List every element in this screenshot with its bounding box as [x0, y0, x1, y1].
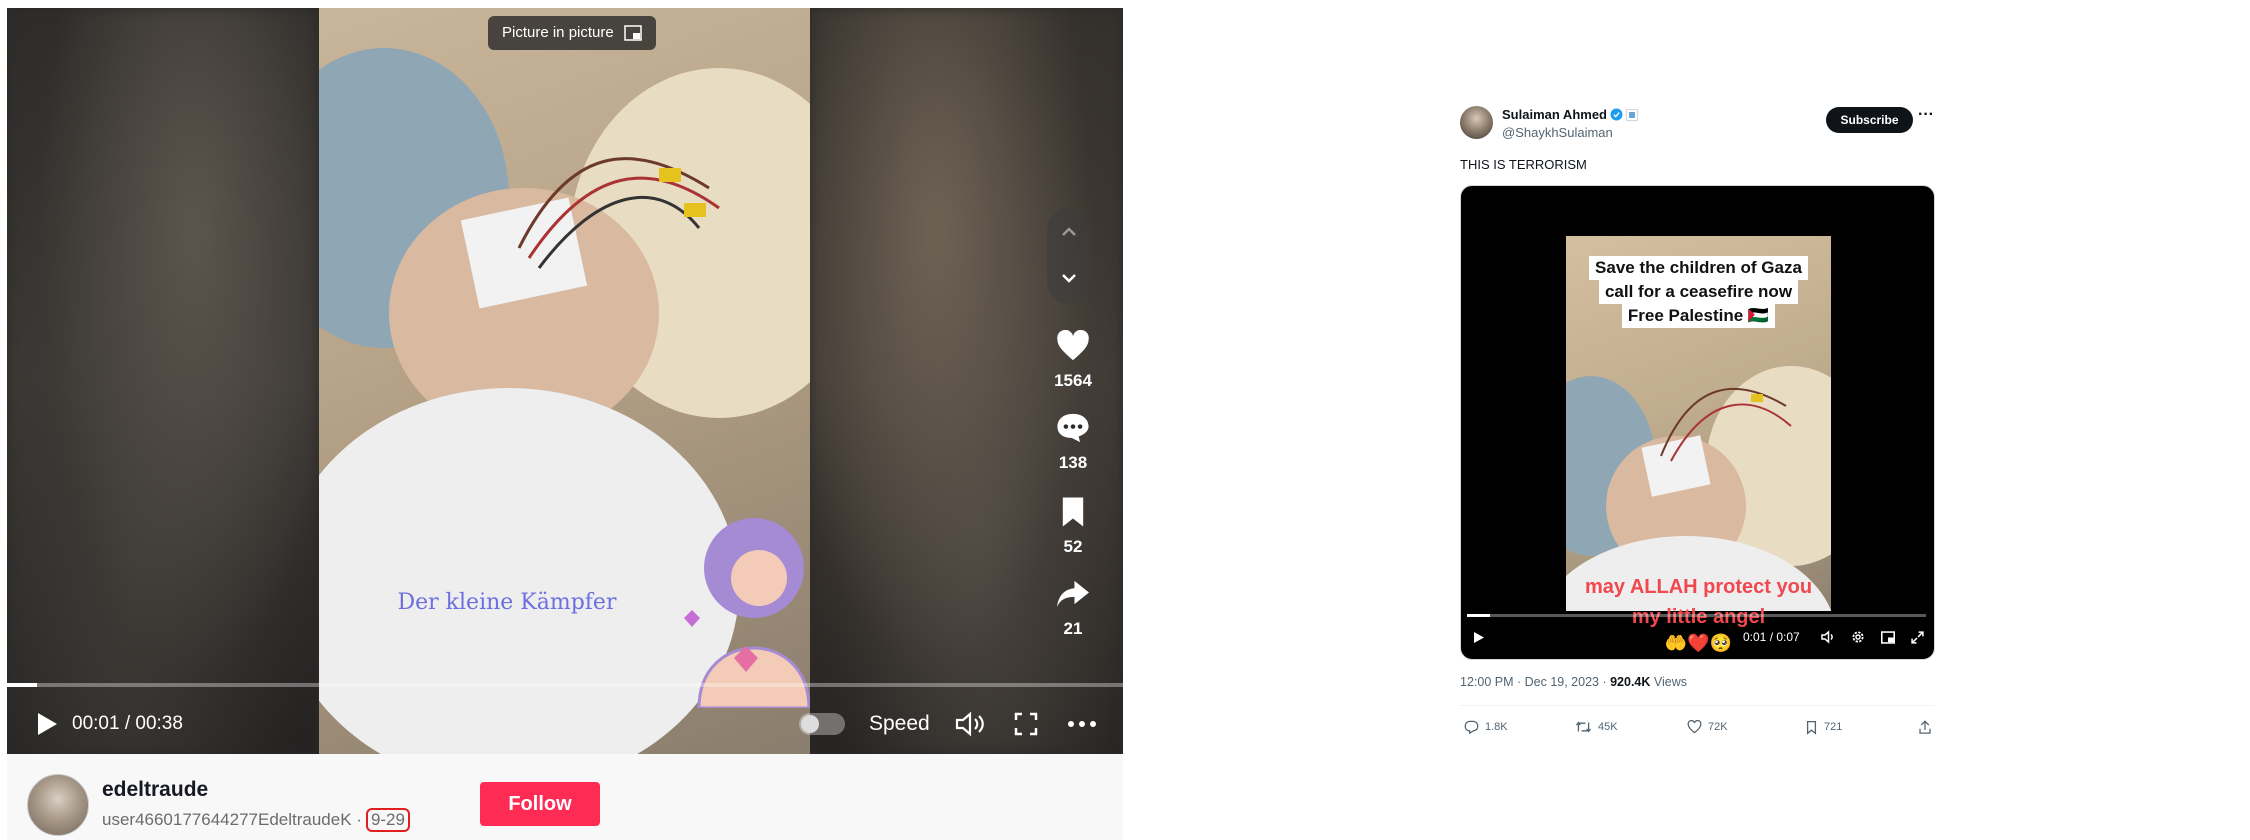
- author-subline: user4660177644277EdeltraudeK · 9-29: [102, 808, 410, 832]
- author-avatar[interactable]: [27, 774, 89, 836]
- comment-icon[interactable]: [1056, 412, 1090, 444]
- share-icon: [1919, 719, 1931, 734]
- author-username[interactable]: user4660177644277EdeltraudeK ·: [102, 810, 362, 829]
- tweet-divider: [1460, 705, 1935, 706]
- tweet-video-progress-bar[interactable]: [1467, 614, 1926, 617]
- tweet-card: Sulaiman Ahmed @ShaykhSulaiman Subscribe…: [1460, 100, 1935, 740]
- bookmark-icon: [1806, 720, 1817, 735]
- pip-label: Picture in picture: [502, 24, 614, 41]
- play-icon[interactable]: [35, 711, 59, 737]
- share-button[interactable]: [1918, 712, 1932, 742]
- fullscreen-button[interactable]: [1014, 694, 1038, 754]
- reply-icon: [1464, 720, 1479, 734]
- overlay-line-1: Save the children of Gaza: [1589, 256, 1808, 280]
- picture-in-picture-button[interactable]: Picture in picture: [488, 16, 656, 50]
- video-progress-bar[interactable]: [7, 683, 1123, 687]
- tweet-volume-button[interactable]: [1821, 622, 1836, 652]
- playback-time: 00:01 / 00:38: [72, 713, 183, 734]
- volume-icon[interactable]: [1821, 630, 1836, 644]
- reply-count: 1.8K: [1485, 721, 1508, 733]
- electrode-wires: [517, 157, 720, 269]
- video-navigation: [1047, 208, 1091, 304]
- tweet-author-name-row[interactable]: Sulaiman Ahmed: [1502, 107, 1638, 122]
- tweet-more-button[interactable]: ···: [1918, 106, 1934, 124]
- play-icon[interactable]: [1473, 631, 1485, 644]
- play-button[interactable]: [35, 694, 59, 754]
- author-bar: edeltraude user4660177644277EdeltraudeK …: [7, 754, 1123, 840]
- volume-icon[interactable]: [955, 711, 985, 737]
- heart-icon: [1687, 720, 1702, 734]
- blurred-background-left: [7, 8, 319, 754]
- tweet-author-handle[interactable]: @ShaykhSulaiman: [1502, 125, 1613, 140]
- share-count: 21: [1063, 619, 1083, 638]
- bookmark-count: 52: [1063, 537, 1083, 556]
- fullscreen-icon[interactable]: [1014, 712, 1038, 736]
- tweet-author-name[interactable]: Sulaiman Ahmed: [1502, 107, 1607, 122]
- video-area[interactable]: Picture in picture Der kleine Kämpfer 15…: [7, 8, 1123, 754]
- fullscreen-icon[interactable]: [1911, 630, 1924, 644]
- tweet-video[interactable]: Save the children of Gaza call for a cea…: [1460, 185, 1935, 660]
- autoscroll-toggle[interactable]: [799, 694, 845, 754]
- tweet-text: THIS IS TERRORISM: [1460, 157, 1587, 172]
- repost-count: 45K: [1598, 721, 1618, 733]
- chevron-down-icon[interactable]: [1059, 268, 1079, 288]
- pip-icon[interactable]: [1881, 630, 1895, 644]
- bookmark-button[interactable]: 721: [1805, 712, 1842, 742]
- video-caption-text: Der kleine Kämpfer: [397, 590, 617, 615]
- tweet-settings-button[interactable]: [1851, 622, 1865, 652]
- heart-icon[interactable]: [1056, 329, 1090, 362]
- post-date-highlighted: 9-29: [365, 808, 410, 832]
- like-count: 72K: [1708, 721, 1728, 733]
- mother-baby-sticker: [684, 518, 810, 708]
- share-arrow-icon[interactable]: [1055, 578, 1091, 610]
- tweet-action-bar: 1.8K 45K 72K 721: [1460, 712, 1935, 742]
- video-frame: [319, 8, 810, 754]
- verified-badge-icon: [1610, 108, 1623, 121]
- video-overlay-top-text: Save the children of Gaza call for a cea…: [1566, 256, 1831, 328]
- player-controls: 00:01 / 00:38 Speed: [7, 694, 1123, 754]
- overlay-line-3: Free Palestine 🇵🇸: [1621, 304, 1776, 328]
- repost-button[interactable]: 45K: [1575, 712, 1618, 742]
- volume-button[interactable]: [955, 694, 985, 754]
- tweet-meta: 12:00 PM · Dec 19, 2023 · 920.4K Views: [1460, 675, 1687, 689]
- pip-icon: [623, 25, 642, 41]
- author-name[interactable]: edeltraude: [102, 778, 208, 802]
- tweet-timestamp[interactable]: 12:00 PM · Dec 19, 2023 ·: [1460, 675, 1610, 689]
- like-button[interactable]: 72K: [1687, 712, 1728, 742]
- chevron-up-icon[interactable]: [1059, 222, 1079, 242]
- bookmark-icon[interactable]: [1058, 496, 1088, 528]
- more-dots-icon[interactable]: [1067, 720, 1097, 728]
- tweet-views-count: 920.4K: [1610, 675, 1651, 689]
- comment-count: 138: [1058, 453, 1088, 472]
- overlay-bottom-line-1: may ALLAH protect you: [1584, 576, 1813, 598]
- follow-button[interactable]: Follow: [480, 782, 600, 826]
- tweet-video-time: 0:01 / 0:07: [1743, 630, 1800, 644]
- tweet-video-progress-fill: [1467, 614, 1490, 617]
- affiliate-badge-icon: [1625, 108, 1638, 121]
- tweet-pip-button[interactable]: [1881, 622, 1895, 652]
- overlay-line-2: call for a ceasefire now: [1598, 280, 1799, 304]
- tweet-play-button[interactable]: [1473, 622, 1485, 652]
- speed-button[interactable]: Speed: [869, 694, 930, 754]
- tweet-author-avatar[interactable]: [1460, 106, 1493, 139]
- video-progress-fill: [7, 683, 38, 687]
- share-action[interactable]: 21: [1043, 578, 1103, 639]
- electrode-wires: [1660, 387, 1792, 462]
- subscribe-button[interactable]: Subscribe: [1826, 107, 1913, 133]
- more-options-button[interactable]: [1067, 694, 1097, 754]
- reply-button[interactable]: 1.8K: [1464, 712, 1508, 742]
- like-count: 1564: [1054, 371, 1092, 390]
- tiktok-player-panel: Picture in picture Der kleine Kämpfer 15…: [7, 8, 1123, 840]
- tweet-video-controls: 0:01 / 0:07: [1461, 622, 1934, 652]
- tweet-fullscreen-button[interactable]: [1911, 622, 1924, 652]
- bookmark-action[interactable]: 52: [1043, 496, 1103, 557]
- tweet-views-label: Views: [1650, 675, 1687, 689]
- gear-icon[interactable]: [1851, 630, 1865, 644]
- repost-icon: [1575, 721, 1592, 733]
- bookmark-count: 721: [1824, 721, 1843, 733]
- comment-action[interactable]: 138: [1043, 412, 1103, 473]
- like-action[interactable]: 1564: [1043, 329, 1103, 391]
